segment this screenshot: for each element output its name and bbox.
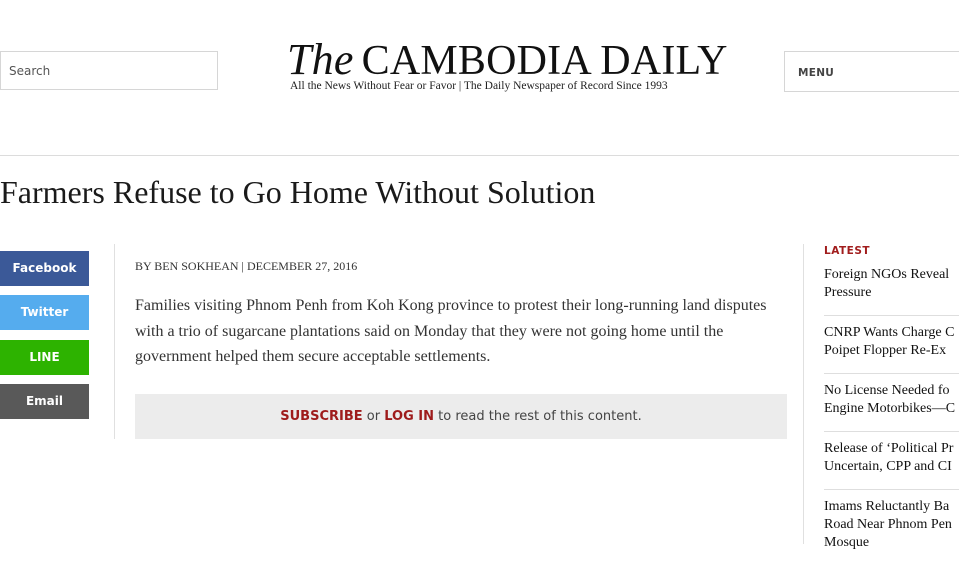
latest-item[interactable]: Imams Reluctantly Ba Road Near Phnom Pen… (824, 498, 959, 565)
search-input[interactable] (1, 52, 217, 89)
latest-item-line: Engine Motorbikes—C (824, 401, 956, 416)
latest-item[interactable]: Release of ‘Political Pr Uncertain, CPP … (824, 440, 959, 490)
paywall-or: or (366, 409, 381, 424)
latest-item-line: Uncertain, CPP and CI (824, 459, 952, 474)
latest-item[interactable]: Foreign NGOs Reveal Pressure (824, 266, 959, 316)
article-headline: Farmers Refuse to Go Home Without Soluti… (0, 174, 596, 210)
latest-list: Foreign NGOs Reveal Pressure CNRP Wants … (824, 266, 959, 573)
latest-item[interactable]: CNRP Wants Charge C Poipet Flopper Re-Ex (824, 324, 959, 374)
latest-heading: LATEST (824, 245, 871, 257)
header-divider (0, 155, 959, 156)
logo-title: The CAMBODIA DAILY (287, 35, 728, 84)
content-divider-left (114, 244, 115, 439)
login-link[interactable]: LOG IN (384, 409, 434, 424)
sidebar-divider (803, 244, 804, 544)
latest-item-line: Imams Reluctantly Ba (824, 499, 950, 514)
subscribe-link[interactable]: SUBSCRIBE (280, 409, 362, 424)
menu-button[interactable]: MENU (784, 51, 959, 92)
share-email-button[interactable]: Email (0, 384, 89, 419)
paywall-notice: SUBSCRIBE or LOG IN to read the rest of … (135, 394, 787, 439)
latest-item-line: Release of ‘Political Pr (824, 441, 954, 456)
article-byline: BY BEN SOKHEAN | DECEMBER 27, 2016 (135, 259, 358, 273)
latest-item-line: CNRP Wants Charge C (824, 325, 955, 340)
search-box[interactable] (0, 51, 218, 90)
paywall-text: to read the rest of this content. (438, 409, 642, 424)
latest-item-line: Pressure (824, 285, 872, 300)
share-twitter-button[interactable]: Twitter (0, 295, 89, 330)
latest-item-line: Mosque (824, 535, 870, 550)
share-line-button[interactable]: LINE (0, 340, 89, 375)
latest-item-line: Poipet Flopper Re-Ex (824, 343, 947, 358)
latest-item-line: No License Needed fo (824, 383, 950, 398)
logo-tagline: All the News Without Fear or Favor | The… (290, 80, 668, 92)
latest-item-line: Foreign NGOs Reveal (824, 267, 950, 282)
article-body: Families visiting Phnom Penh from Koh Ko… (135, 297, 767, 365)
site-logo[interactable]: The CAMBODIA DAILY All the News Without F… (287, 35, 728, 96)
latest-item[interactable]: No License Needed fo Engine Motorbikes—C (824, 382, 959, 432)
share-facebook-button[interactable]: Facebook (0, 251, 89, 286)
latest-item-line: Road Near Phnom Pen (824, 517, 952, 532)
